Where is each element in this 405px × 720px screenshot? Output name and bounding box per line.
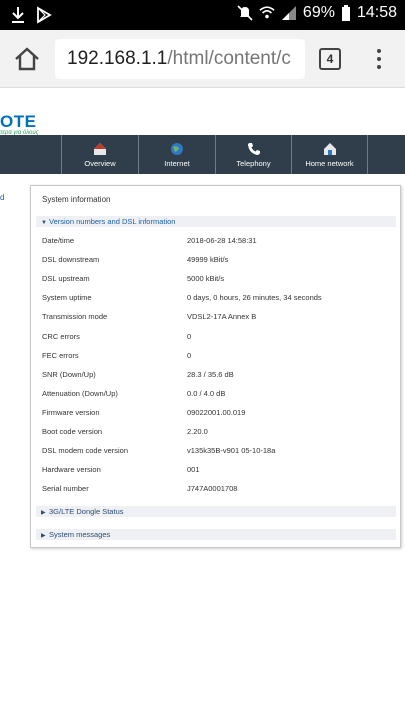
battery-icon [341,5,350,21]
info-row: Firmware version 09022001.00.019 [42,408,392,420]
phone-icon [247,143,260,155]
section-messages-label: System messages [49,530,111,539]
panel-title: System information [42,195,111,204]
info-row: Attenuation (Down/Up) 0.0 / 4.0 dB [42,389,392,401]
info-row: Hardware version 001 [42,465,392,477]
nav-telephony[interactable]: Telephony [215,135,291,174]
home-icon[interactable] [12,44,42,74]
row-key: Transmission mode [42,312,108,321]
row-value: 0.0 / 4.0 dB [187,389,226,398]
row-key: Date/time [42,236,75,245]
row-key: DSL modem code version [42,446,129,455]
row-key: FEC errors [42,351,79,360]
info-row: CRC errors 0 [42,332,392,344]
row-key: DSL downstream [42,255,100,264]
tabs-icon[interactable]: 4 [319,48,341,70]
row-key: Firmware version [42,408,100,417]
row-value: 2.20.0 [187,427,208,436]
section-system-messages[interactable]: ▶ System messages [36,529,396,540]
status-bar: 69% 14:58 [0,0,405,30]
section-version-dsl-label: Version numbers and DSL information [49,217,176,226]
info-row: DSL upstream 5000 kBit/s [42,274,392,286]
nav-overview-label: Overview [84,159,116,168]
section-dongle-status[interactable]: ▶ 3G/LTE Dongle Status [36,506,396,517]
info-row: DSL modem code version v135k35B-v901 05-1… [42,446,392,458]
nav-divider [367,135,368,174]
play-store-icon [37,6,52,24]
download-icon [12,7,24,23]
section-dongle-label: 3G/LTE Dongle Status [49,507,124,516]
nav-internet-label: Internet [164,159,190,168]
address-bar[interactable]: 192.168.1.1/html/content/c [55,39,305,79]
info-row: Boot code version 2.20.0 [42,427,392,439]
row-value: 2018-06-28 14:58:31 [187,236,257,245]
chevron-right-icon: ▶ [41,533,46,539]
house-red-icon [94,143,106,155]
clock: 14:58 [356,4,397,21]
info-row: Transmission mode VDSL2-17A Annex B [42,312,392,324]
nav-home-network-label: Home network [305,159,354,168]
info-row: Serial number J747A0001708 [42,484,392,496]
row-value: VDSL2-17A Annex B [187,312,257,321]
signal-icon [281,6,296,20]
browser-toolbar: 192.168.1.1/html/content/c 4 [0,30,405,88]
main-nav: Overview Internet Telephony Home network [0,135,405,174]
wifi-icon [259,6,275,19]
info-row: DSL downstream 49999 kBit/s [42,255,392,267]
home-network-icon [323,143,336,155]
battery-percent: 69% [302,4,335,21]
row-key: SNR (Down/Up) [42,370,96,379]
row-value: J747A0001708 [187,484,238,493]
nav-internet[interactable]: Internet [138,135,215,174]
row-value: 49999 kBit/s [187,255,229,264]
row-key: CRC errors [42,332,80,341]
row-value: 0 [187,351,192,360]
nav-home-network[interactable]: Home network [291,135,367,174]
logo-text: OTE [0,112,37,131]
row-key: DSL upstream [42,274,90,283]
info-row: SNR (Down/Up) 28.3 / 35.6 dB [42,370,392,382]
row-value: 001 [187,465,200,474]
url-host: 192.168.1.1 [67,48,168,69]
row-value: 28.3 / 35.6 dB [187,370,234,379]
router-page: OTE τερα για όλους Overview Internet Tel… [0,88,405,720]
more-menu-icon[interactable] [372,46,386,72]
sidebar-link[interactable]: d [0,193,4,202]
info-row: Date/time 2018-06-28 14:58:31 [42,236,392,248]
nav-overview[interactable]: Overview [61,135,138,174]
system-info-panel: System information ▼ Version numbers and … [30,185,401,548]
row-value: 0 [187,332,192,341]
chevron-down-icon: ▼ [41,220,47,226]
row-key: System uptime [42,293,92,302]
row-key: Hardware version [42,465,101,474]
globe-icon [171,143,183,155]
info-row: FEC errors 0 [42,351,392,363]
info-row: System uptime 0 days, 0 hours, 26 minutes… [42,293,392,305]
row-key: Serial number [42,484,89,493]
url-path: /html/content/c [167,48,291,69]
chevron-right-icon: ▶ [41,510,46,516]
row-value: v135k35B-v901 05-10-18a [187,446,276,455]
row-key: Attenuation (Down/Up) [42,389,118,398]
mute-icon [237,5,253,21]
row-value: 0 days, 0 hours, 26 minutes, 34 seconds [187,293,322,302]
section-version-dsl[interactable]: ▼ Version numbers and DSL information [36,216,396,227]
row-value: 5000 kBit/s [187,274,225,283]
row-key: Boot code version [42,427,103,436]
row-value: 09022001.00.019 [187,408,246,417]
nav-telephony-label: Telephony [236,159,271,168]
